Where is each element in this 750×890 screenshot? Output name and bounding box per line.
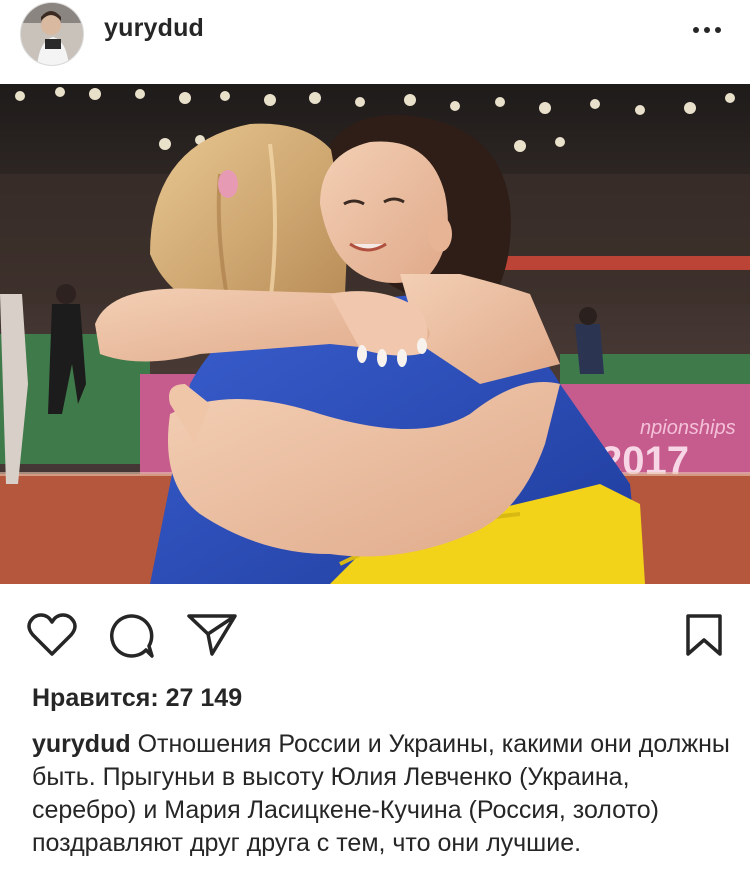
post-actions — [0, 584, 750, 684]
banner-text: npionships — [640, 417, 736, 439]
likes-count[interactable]: Нравится: 27 149 — [32, 684, 242, 713]
comment-button[interactable] — [108, 612, 156, 660]
post-username[interactable]: yurydud — [104, 14, 204, 43]
bookmark-icon — [686, 614, 722, 656]
post-caption: yurydud Отношения России и Украины, каки… — [32, 728, 732, 860]
like-button[interactable] — [26, 612, 78, 658]
heart-icon — [27, 613, 77, 656]
avatar[interactable] — [20, 2, 84, 66]
comment-bubble-icon — [109, 614, 154, 658]
photo-illustration: npionships 2017 — [0, 84, 750, 584]
save-button[interactable] — [684, 612, 724, 658]
post-header: yurydud — [0, 0, 750, 84]
caption-username[interactable]: yurydud — [32, 730, 131, 758]
more-options-button[interactable] — [690, 18, 724, 42]
more-dots-icon — [693, 27, 721, 33]
post-photo[interactable]: npionships 2017 — [0, 84, 750, 584]
caption-text: Отношения России и Украины, какими они д… — [32, 730, 730, 857]
avatar-image — [21, 3, 83, 65]
paper-plane-icon — [187, 614, 237, 656]
share-button[interactable] — [186, 612, 238, 658]
